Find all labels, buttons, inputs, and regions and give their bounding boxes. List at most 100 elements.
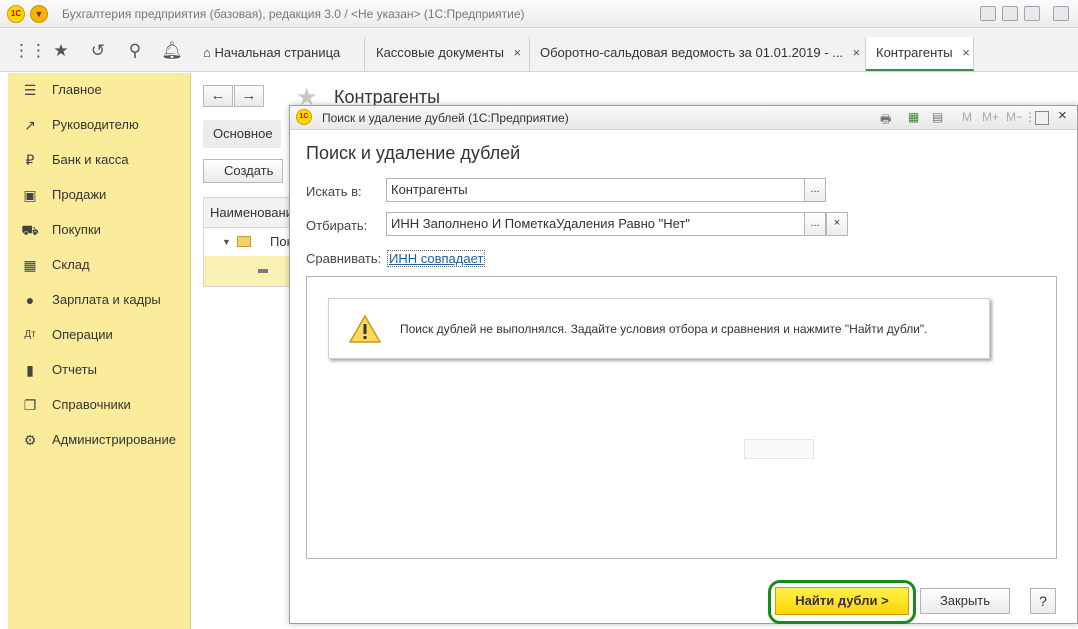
sidebar-item-operations[interactable]: Дт Операции <box>8 323 191 347</box>
trend-up-icon: ↗ <box>24 117 36 133</box>
section-toolbar: ⋮⋮ ★ ↺ ⚲ 🔔︎ ⌂ Начальная страница Кассовы… <box>0 29 1078 72</box>
close-icon[interactable]: × <box>853 45 861 60</box>
tab-home[interactable]: ⌂ Начальная страница <box>193 37 365 71</box>
sidebar-item-label: Склад <box>52 257 90 272</box>
home-icon: ⌂ <box>203 45 211 60</box>
help-button[interactable]: ? <box>1030 588 1056 614</box>
dialog-title: Поиск и удаление дублей <box>306 143 521 163</box>
sidebar-item-label: Покупки <box>52 222 101 237</box>
gear-icon: ⚙ <box>23 432 37 448</box>
sidebar-item-label: Операции <box>52 327 113 342</box>
sidebar-item-label: Справочники <box>52 397 131 412</box>
sidebar-item-label: Банк и касса <box>52 152 129 167</box>
sidebar-item-label: Главное <box>52 82 102 97</box>
save-icon[interactable] <box>980 6 996 21</box>
compare-label: Сравнивать: <box>306 251 382 266</box>
results-area: Поиск дублей не выполнялся. Задайте усло… <box>306 276 1057 559</box>
memory-minus-icon[interactable]: M− <box>1006 110 1023 124</box>
history-doc-icon[interactable] <box>1024 6 1040 21</box>
tab-label: Начальная страница <box>214 45 341 60</box>
dialog-header-title: Поиск и удаление дублей (1С:Предприятие) <box>322 111 569 125</box>
filter-field[interactable]: ИНН Заполнено И ПометкаУдаления Равно "Н… <box>386 212 805 236</box>
memory-icon[interactable]: M <box>962 110 972 124</box>
sidebar-item-catalogs[interactable]: ❐ Справочники <box>8 393 191 417</box>
sidebar-item-bank[interactable]: ₽ Банк и касса <box>8 148 191 172</box>
shopping-bag-icon: ▣ <box>23 187 37 203</box>
dt-kt-icon: Дт <box>24 329 36 340</box>
apps-grid-icon[interactable]: ⋮⋮ <box>13 40 47 62</box>
search-in-field[interactable]: Контрагенты <box>386 178 805 202</box>
item-icon <box>258 269 268 273</box>
create-button[interactable]: Создать <box>203 159 283 183</box>
tab-main[interactable]: Основное <box>203 120 281 148</box>
find-duplicates-button[interactable]: Найти дубли > <box>775 587 909 615</box>
tab-label: Контрагенты <box>876 45 953 60</box>
close-button[interactable]: Закрыть <box>920 588 1010 614</box>
sidebar-item-label: Зарплата и кадры <box>52 292 161 307</box>
calendar-icon[interactable]: ▤ <box>932 110 943 124</box>
maximize-icon[interactable] <box>1035 111 1049 125</box>
info-message: Поиск дублей не выполнялся. Задайте усло… <box>328 298 990 359</box>
window-titlebar: 1С ▼ Бухгалтерия предприятия (базовая), … <box>0 0 1078 28</box>
sidebar-item-reports[interactable]: ▮ Отчеты <box>8 358 191 382</box>
person-icon: ● <box>25 292 35 308</box>
column-header-name[interactable]: Наименование <box>204 198 294 228</box>
close-icon[interactable]: × <box>962 45 970 60</box>
sidebar-item-warehouse[interactable]: ▦ Склад <box>8 253 191 277</box>
warning-icon <box>349 314 381 343</box>
print-icon[interactable] <box>1002 6 1018 21</box>
table-row[interactable]: ▼ Пок <box>204 228 294 256</box>
filter-clear-button[interactable]: × <box>826 212 848 236</box>
spreadsheet-icon[interactable]: ▦ <box>908 110 919 124</box>
table-row-selected[interactable] <box>204 256 294 286</box>
sidebar-item-purchases[interactable]: ⛟ Покупки <box>8 218 191 242</box>
star-icon[interactable]: ★ <box>50 40 72 62</box>
sidebar: ☰ Главное ↗ Руководителю ₽ Банк и касса … <box>8 73 191 629</box>
empty-placeholder <box>744 439 814 459</box>
bar-chart-icon: ▮ <box>26 362 34 378</box>
info-user-icon[interactable] <box>1053 6 1069 21</box>
main-menu-button[interactable]: ▼ <box>30 5 48 23</box>
cart-icon: ⛟ <box>21 222 39 238</box>
tab-label: Кассовые документы <box>376 45 504 60</box>
sidebar-item-label: Отчеты <box>52 362 97 377</box>
find-duplicates-dialog: 1С Поиск и удаление дублей (1С:Предприят… <box>289 105 1078 624</box>
sidebar-item-sales[interactable]: ▣ Продажи <box>8 183 191 207</box>
tab-counterparties[interactable]: Контрагенты × <box>866 37 974 71</box>
history-icon[interactable]: ↺ <box>87 40 109 62</box>
1c-logo-icon: 1С <box>296 109 312 125</box>
expand-icon[interactable]: ▼ <box>222 228 231 256</box>
sidebar-item-label: Продажи <box>52 187 107 202</box>
search-in-select-button[interactable]: ... <box>804 178 826 202</box>
filter-label: Отбирать: <box>306 218 368 233</box>
tab-label: Оборотно-сальдовая ведомость за 01.01.20… <box>540 45 843 60</box>
tab-cash-documents[interactable]: Кассовые документы × <box>366 37 530 71</box>
sidebar-item-manager[interactable]: ↗ Руководителю <box>8 113 191 137</box>
filter-select-button[interactable]: ... <box>804 212 826 236</box>
tab-turnover-balance[interactable]: Оборотно-сальдовая ведомость за 01.01.20… <box>530 37 866 71</box>
bell-icon[interactable]: 🔔︎ <box>161 40 183 62</box>
sidebar-item-main[interactable]: ☰ Главное <box>8 78 191 102</box>
dialog-header: 1С Поиск и удаление дублей (1С:Предприят… <box>290 106 1077 130</box>
sidebar-item-label: Администрирование <box>52 432 176 447</box>
forward-button[interactable]: → <box>234 85 264 107</box>
ruble-icon: ₽ <box>25 152 35 168</box>
close-icon[interactable]: × <box>514 45 522 60</box>
compare-link[interactable]: ИНН совпадает <box>387 250 486 267</box>
back-button[interactable]: ← <box>203 85 233 107</box>
sidebar-item-label: Руководителю <box>52 117 139 132</box>
folder-icon <box>237 236 251 247</box>
sidebar-item-administration[interactable]: ⚙ Администрирование <box>8 428 191 452</box>
counterparties-table: Наименование ▼ Пок <box>203 197 294 287</box>
menu-icon: ☰ <box>23 82 37 98</box>
sidebar-item-salary[interactable]: ● Зарплата и кадры <box>8 288 191 312</box>
close-icon[interactable]: × <box>1058 107 1067 124</box>
window-title: Бухгалтерия предприятия (базовая), редак… <box>62 7 525 21</box>
search-icon[interactable]: ⚲ <box>124 40 146 62</box>
memory-plus-icon[interactable]: M+ <box>982 110 999 124</box>
warehouse-icon: ▦ <box>23 257 37 273</box>
print-icon[interactable]: 🖶︎ <box>880 110 891 131</box>
book-icon: ❐ <box>23 397 37 413</box>
search-in-label: Искать в: <box>306 184 362 199</box>
message-text: Поиск дублей не выполнялся. Задайте усло… <box>400 322 928 336</box>
